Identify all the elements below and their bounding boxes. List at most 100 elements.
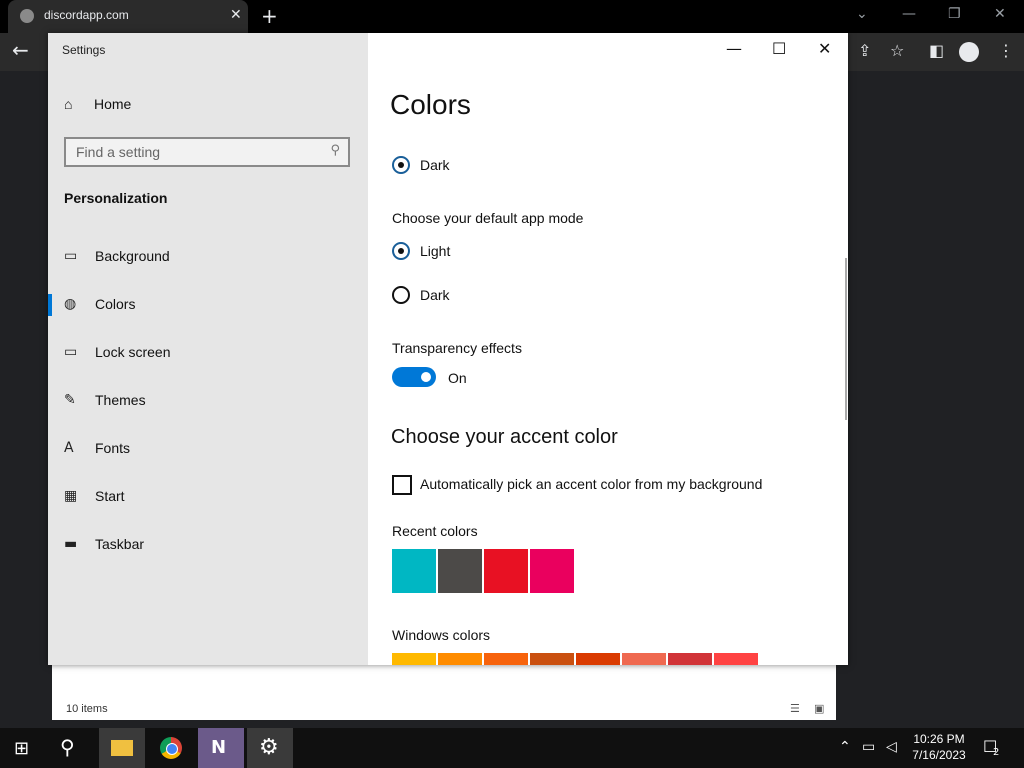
color-swatch[interactable] <box>392 549 436 593</box>
globe-icon <box>20 9 34 23</box>
gear-icon: ⚙ <box>259 735 279 760</box>
close-icon[interactable]: ✕ <box>994 6 1006 22</box>
start-icon: ▦ <box>64 488 78 504</box>
app-mode-light-label: Light <box>420 243 451 259</box>
clock[interactable]: 10:26 PM 7/16/2023 <box>904 732 974 762</box>
sidebar-item-lock-screen[interactable]: ▭ Lock screen <box>48 334 368 374</box>
menu-icon[interactable]: ⋮ <box>998 41 1014 60</box>
chrome-button[interactable] <box>149 728 195 768</box>
lock-screen-icon: ▭ <box>64 344 78 360</box>
network-icon[interactable]: ▭ <box>862 739 875 755</box>
sidebar-item-label: Background <box>95 248 170 264</box>
search-icon: ⚲ <box>330 143 340 158</box>
search-icon[interactable]: ⚲ <box>60 735 75 759</box>
chevron-up-icon[interactable]: ⌃ <box>839 739 851 755</box>
color-swatch[interactable] <box>622 653 666 665</box>
search-input[interactable]: Find a setting ⚲ <box>64 137 350 167</box>
auto-accent-checkbox[interactable] <box>392 475 412 495</box>
home-link[interactable]: ⌂ Home <box>64 96 131 112</box>
palette-icon: ◍ <box>64 296 77 312</box>
taskbar-icon: ▬ <box>64 536 78 552</box>
sidebar-item-label: Fonts <box>95 440 131 456</box>
windows-mode-dark-radio[interactable] <box>392 156 410 174</box>
accent-heading: Choose your accent color <box>391 426 618 448</box>
transparency-toggle[interactable] <box>392 367 436 387</box>
page-title: Colors <box>390 89 471 120</box>
maximize-button[interactable]: ☐ <box>772 39 786 58</box>
color-swatch[interactable] <box>392 653 436 665</box>
color-swatch[interactable] <box>576 653 620 665</box>
sidebar-item-label: Start <box>95 488 125 504</box>
minimize-button[interactable]: — <box>726 39 742 58</box>
home-label: Home <box>94 96 132 112</box>
color-swatch[interactable] <box>530 653 574 665</box>
app-button[interactable]: N <box>198 728 244 768</box>
windows-start-icon[interactable]: ⊞ <box>14 738 29 759</box>
clock-time: 10:26 PM <box>913 732 965 746</box>
mouse-cursor-icon: ↖ <box>833 538 847 557</box>
sidebar-icon[interactable]: ◧ <box>929 41 944 60</box>
color-swatch[interactable] <box>530 549 574 593</box>
sidebar-item-themes[interactable]: ✎ Themes <box>48 382 368 422</box>
app-mode-dark-radio[interactable] <box>392 286 410 304</box>
sidebar-item-fonts[interactable]: A Fonts <box>48 430 368 470</box>
profile-icon[interactable] <box>959 42 979 62</box>
browser-tabstrip: discordapp.com ✕ + ⌄ — ❐ ✕ <box>0 0 1024 33</box>
section-title: Personalization <box>64 190 168 206</box>
back-icon[interactable]: ← <box>12 38 29 62</box>
app-mode-heading: Choose your default app mode <box>392 210 584 226</box>
app-mode-dark-label: Dark <box>420 287 450 303</box>
star-icon[interactable]: ☆ <box>890 41 904 60</box>
windows-mode-dark-label: Dark <box>420 157 450 173</box>
auto-accent-label: Automatically pick an accent color from … <box>420 476 763 492</box>
color-swatch[interactable] <box>484 549 528 593</box>
app-mode-light-radio[interactable] <box>392 242 410 260</box>
details-view-icon[interactable]: ☰ <box>790 702 800 715</box>
color-swatch[interactable] <box>668 653 712 665</box>
scrollbar[interactable] <box>845 258 847 420</box>
color-swatch[interactable] <box>484 653 528 665</box>
transparency-state: On <box>448 370 467 386</box>
settings-button[interactable]: ⚙ <box>247 728 293 768</box>
large-icons-view-icon[interactable]: ▣ <box>814 702 824 715</box>
browser-tab[interactable]: discordapp.com ✕ <box>8 0 248 33</box>
selection-indicator <box>48 294 52 316</box>
items-count: 10 items <box>66 703 108 715</box>
restore-icon[interactable]: ❐ <box>948 6 961 22</box>
tab-close-icon[interactable]: ✕ <box>230 7 242 23</box>
sidebar-item-label: Themes <box>95 392 146 408</box>
color-swatch[interactable] <box>714 653 758 665</box>
sidebar-item-label: Lock screen <box>95 344 171 360</box>
settings-window: Settings ⌂ Home Find a setting ⚲ Personal… <box>48 33 848 665</box>
recent-colors-heading: Recent colors <box>392 523 478 539</box>
sidebar-item-colors[interactable]: ◍ Colors <box>48 286 368 326</box>
taskbar: ⊞ ⚲ N ⚙ ⌃ ▭ ◁ 10:26 PM 7/16/2023 ☐ 2 <box>0 728 1024 768</box>
window-title: Settings <box>62 43 106 57</box>
minimize-icon[interactable]: — <box>902 6 916 22</box>
chrome-center <box>166 743 178 755</box>
search-placeholder: Find a setting <box>76 144 161 160</box>
tab-search-icon[interactable]: ⌄ <box>856 6 868 22</box>
settings-nav: Settings ⌂ Home Find a setting ⚲ Personal… <box>48 33 368 665</box>
sidebar-item-taskbar[interactable]: ▬ Taskbar <box>48 526 368 566</box>
clock-date: 7/16/2023 <box>912 748 966 762</box>
image-icon: ▭ <box>64 248 78 264</box>
new-tab-button[interactable]: + <box>261 4 278 28</box>
themes-icon: ✎ <box>64 392 76 408</box>
close-button[interactable]: ✕ <box>818 39 831 58</box>
sidebar-item-label: Taskbar <box>95 536 145 552</box>
folder-icon <box>111 740 133 756</box>
transparency-heading: Transparency effects <box>392 340 522 356</box>
share-icon[interactable]: ⇪ <box>858 41 871 60</box>
file-explorer-button[interactable] <box>99 728 145 768</box>
notification-count: 2 <box>993 747 1000 758</box>
color-swatch[interactable] <box>438 653 482 665</box>
fonts-icon: A <box>64 440 74 456</box>
sidebar-item-background[interactable]: ▭ Background <box>48 238 368 278</box>
sidebar-item-start[interactable]: ▦ Start <box>48 478 368 518</box>
color-swatch[interactable] <box>438 549 482 593</box>
app-icon: N <box>211 737 227 758</box>
sidebar-item-label: Colors <box>95 296 136 312</box>
home-icon: ⌂ <box>64 96 73 112</box>
volume-icon[interactable]: ◁ <box>886 739 897 755</box>
